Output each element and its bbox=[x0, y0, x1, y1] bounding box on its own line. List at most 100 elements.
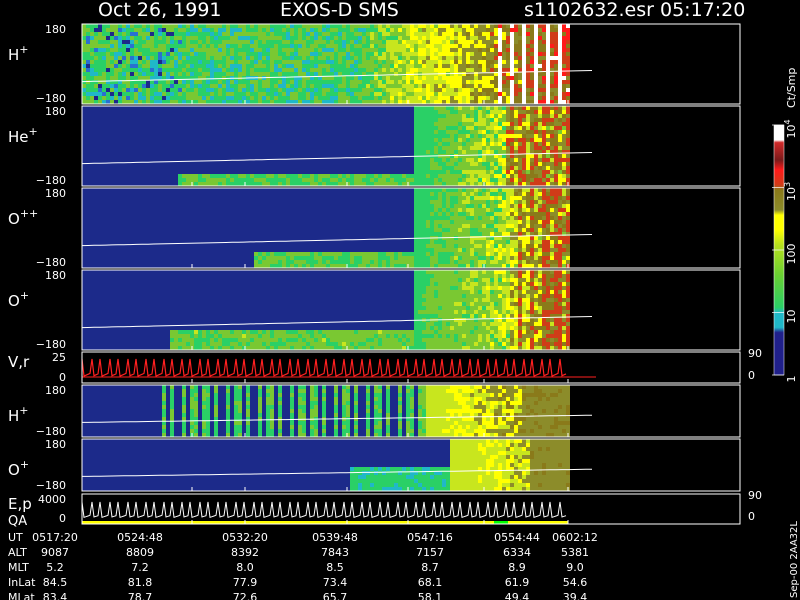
spectrogram-cell bbox=[186, 60, 190, 64]
spectrogram-cell bbox=[210, 182, 214, 186]
spectrogram-cell bbox=[422, 220, 426, 224]
spectrogram-cell bbox=[378, 28, 382, 32]
spectrogram-cell bbox=[370, 260, 374, 264]
spectrogram-cell bbox=[518, 114, 522, 118]
spectrogram-cell bbox=[278, 174, 282, 178]
spectrogram-cell bbox=[342, 76, 346, 80]
spectrogram-cell bbox=[206, 32, 210, 36]
spectrogram-cell bbox=[466, 256, 470, 260]
spectrogram-cell bbox=[418, 326, 422, 330]
spectrogram-cell bbox=[438, 232, 442, 236]
spectrogram-cell bbox=[186, 334, 190, 338]
spectrogram-cell bbox=[550, 252, 554, 256]
spectrogram-cell bbox=[318, 96, 322, 100]
spectrogram-cell bbox=[238, 88, 242, 92]
spectrogram-cell bbox=[546, 84, 550, 88]
spectrogram-cell bbox=[402, 260, 406, 264]
spectrogram-cell bbox=[254, 32, 258, 36]
spectrogram-cell bbox=[102, 60, 106, 64]
spectrogram-cell bbox=[210, 92, 214, 96]
spectrogram-cell bbox=[430, 158, 434, 162]
spectrogram-cell bbox=[318, 60, 322, 64]
spectrogram-cell bbox=[186, 100, 190, 104]
spectrogram-cell bbox=[390, 28, 394, 32]
spectrogram-cell bbox=[550, 52, 554, 56]
spectrogram-cell bbox=[318, 342, 322, 346]
spectrogram-cell bbox=[390, 260, 394, 264]
spectrogram-cell bbox=[518, 48, 522, 52]
spectrogram-cell bbox=[178, 88, 182, 92]
spectrogram-cell bbox=[182, 52, 186, 56]
spectrogram-cell bbox=[522, 162, 526, 166]
spectrogram-cell bbox=[490, 60, 494, 64]
spectrogram-cell bbox=[314, 72, 318, 76]
spectrogram-cell bbox=[458, 134, 462, 138]
spectrogram-cell bbox=[470, 204, 474, 208]
spectrogram-cell bbox=[362, 84, 366, 88]
spectrogram-cell bbox=[382, 256, 386, 260]
spectrogram-cell bbox=[422, 174, 426, 178]
spectrogram-cell bbox=[438, 204, 442, 208]
spectrogram-cell bbox=[182, 72, 186, 76]
spectrogram-cell bbox=[218, 96, 222, 100]
spectrogram-cell bbox=[314, 88, 318, 92]
spectrogram-cell bbox=[494, 174, 498, 178]
spectrogram-cell bbox=[418, 240, 422, 244]
spectrogram-cell bbox=[254, 44, 258, 48]
spectrogram-cell bbox=[526, 240, 530, 244]
spectrogram-cell bbox=[546, 48, 550, 52]
spectrogram-cell bbox=[498, 228, 502, 232]
spectrogram-cell bbox=[446, 146, 450, 150]
spectrogram-cell bbox=[426, 314, 430, 318]
spectrogram-cell bbox=[102, 100, 106, 104]
spectrogram-cell bbox=[466, 40, 470, 44]
spectrogram-cell bbox=[430, 80, 434, 84]
spectrogram-cell bbox=[410, 44, 414, 48]
spectrogram-cell bbox=[278, 346, 282, 350]
spectrogram-cell bbox=[90, 84, 94, 88]
spectrogram-cell bbox=[234, 182, 238, 186]
spectrogram-cell bbox=[242, 52, 246, 56]
spectrogram-cell bbox=[430, 162, 434, 166]
spectrogram-cell bbox=[542, 56, 546, 60]
spectrogram-cell bbox=[410, 330, 414, 334]
spectrogram-cell bbox=[434, 282, 438, 286]
spectrogram-cell bbox=[230, 36, 234, 40]
spectrogram-cell bbox=[294, 84, 298, 88]
spectrogram-cell bbox=[250, 64, 254, 68]
spectrogram-cell bbox=[182, 338, 186, 342]
spectrogram-cell bbox=[122, 76, 126, 80]
spectrogram-cell bbox=[442, 76, 446, 80]
spectrogram-cell bbox=[566, 138, 570, 142]
spectrogram-cell bbox=[438, 192, 442, 196]
spectrogram-cell bbox=[398, 334, 402, 338]
spectrogram-cell bbox=[558, 142, 562, 146]
spectrogram-cell bbox=[490, 196, 494, 200]
spectrogram-cell bbox=[466, 96, 470, 100]
spectrogram-cell bbox=[462, 208, 466, 212]
spectrogram-cell bbox=[422, 208, 426, 212]
spectrogram-cell bbox=[522, 96, 526, 100]
spectrogram-cell bbox=[206, 80, 210, 84]
spectrogram-cell bbox=[550, 114, 554, 118]
spectrogram-cell bbox=[510, 28, 514, 32]
spectrogram-cell bbox=[398, 36, 402, 40]
spectrogram-cell bbox=[442, 40, 446, 44]
spectrogram-cell bbox=[218, 174, 222, 178]
spectrogram-cell bbox=[542, 260, 546, 264]
spectrogram-cell bbox=[518, 264, 522, 268]
spectrogram-cell bbox=[458, 110, 462, 114]
spectrogram-cell bbox=[398, 84, 402, 88]
spectrogram-cell bbox=[510, 264, 514, 268]
spectrogram-cell bbox=[358, 84, 362, 88]
spectrogram-cell bbox=[190, 68, 194, 72]
spectrogram-cell bbox=[434, 330, 438, 334]
spectrogram-cell bbox=[522, 60, 526, 64]
spectrogram-cell bbox=[374, 260, 378, 264]
spectrogram-cell bbox=[350, 28, 354, 32]
spectrogram-cell bbox=[546, 220, 550, 224]
spectrogram-cell bbox=[250, 330, 254, 334]
spectrogram-cell bbox=[438, 166, 442, 170]
spectrogram-cell bbox=[438, 224, 442, 228]
spectrogram-cell bbox=[434, 178, 438, 182]
